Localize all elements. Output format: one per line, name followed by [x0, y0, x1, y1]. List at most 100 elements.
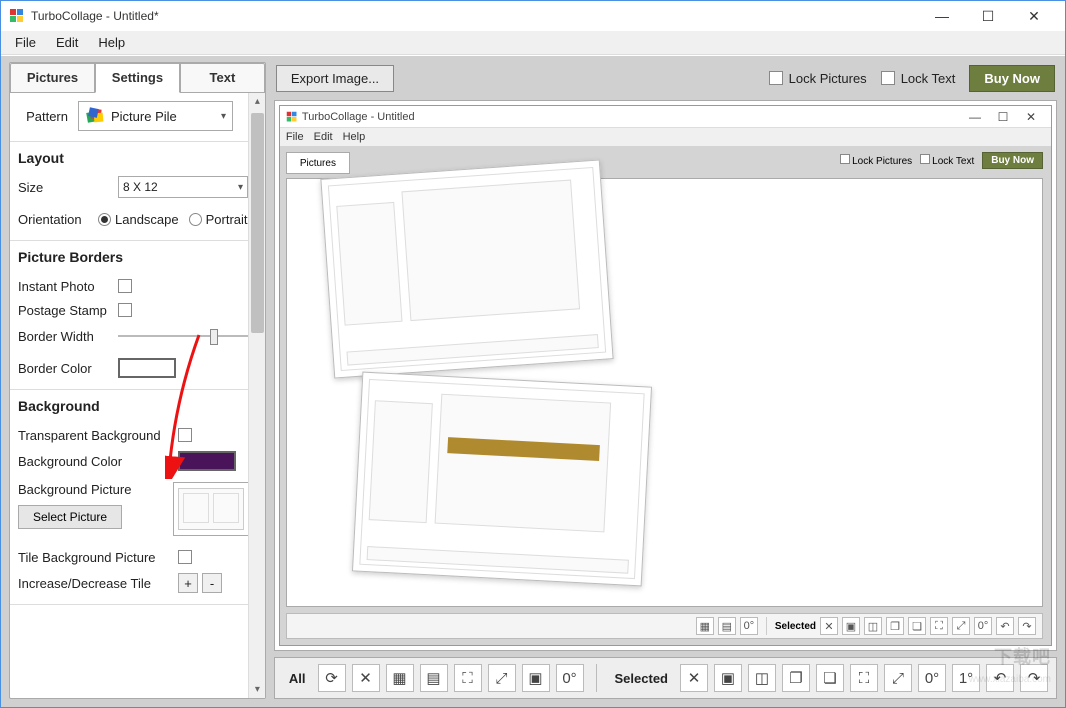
- expand-icon: ⛶: [930, 617, 948, 635]
- fill-button[interactable]: ⤢: [884, 664, 912, 692]
- back-icon: ❏: [908, 617, 926, 635]
- expand-all-button[interactable]: ⤢: [488, 664, 516, 692]
- bg-picture-label: Background Picture: [18, 482, 173, 497]
- delete-button[interactable]: ✕: [680, 664, 708, 692]
- lock-pictures-checkbox[interactable]: [769, 71, 783, 85]
- layout-icon: ▤: [718, 617, 736, 635]
- lock-pictures-toggle[interactable]: Lock Pictures: [769, 71, 867, 86]
- landscape-label: Landscape: [115, 212, 179, 227]
- preview-min-icon: —: [961, 110, 989, 124]
- rotate-0-button[interactable]: 0°: [556, 664, 584, 692]
- portrait-radio[interactable]: [189, 213, 202, 226]
- preview-lock-pic-label: Lock Pictures: [852, 156, 912, 167]
- preview-menubar: File Edit Help: [280, 128, 1051, 146]
- replace-image-button[interactable]: ▣: [714, 664, 742, 692]
- scroll-up-icon[interactable]: ▴: [249, 93, 265, 110]
- tile-bg-checkbox[interactable]: [178, 550, 192, 564]
- export-image-button[interactable]: Export Image...: [276, 65, 394, 92]
- pattern-label: Pattern: [18, 109, 78, 124]
- pattern-dropdown[interactable]: Picture Pile ▾: [78, 101, 233, 131]
- tile-bg-label: Tile Background Picture: [18, 550, 178, 565]
- watermark: 下载吧: [994, 643, 1051, 669]
- postage-stamp-checkbox[interactable]: [118, 303, 132, 317]
- select-picture-button[interactable]: Select Picture: [18, 505, 122, 529]
- dup-icon: ❐: [886, 617, 904, 635]
- buy-now-button[interactable]: Buy Now: [969, 65, 1055, 92]
- menu-file[interactable]: File: [5, 33, 46, 52]
- preview-pictures-tab: Pictures: [286, 152, 350, 174]
- orientation-label: Orientation: [18, 212, 98, 227]
- chevron-down-icon: ▾: [238, 182, 243, 193]
- background-title: Background: [18, 398, 249, 414]
- tab-text[interactable]: Text: [180, 63, 265, 93]
- border-width-label: Border Width: [18, 329, 118, 344]
- lock-text-checkbox[interactable]: [881, 71, 895, 85]
- sidebar-scrollbar[interactable]: ▴ ▾: [248, 93, 265, 698]
- border-color-swatch[interactable]: [118, 358, 176, 378]
- landscape-radio[interactable]: [98, 213, 111, 226]
- transparent-bg-label: Transparent Background: [18, 428, 178, 443]
- bring-front-button[interactable]: ❐: [782, 664, 810, 692]
- all-label: All: [289, 671, 306, 686]
- border-color-label: Border Color: [18, 361, 118, 376]
- transparent-bg-checkbox[interactable]: [178, 428, 192, 442]
- preview-close-icon: ✕: [1017, 110, 1045, 124]
- tab-pictures[interactable]: Pictures: [10, 63, 95, 93]
- close-button[interactable]: ✕: [1011, 1, 1057, 31]
- lock-text-label: Lock Text: [901, 71, 956, 86]
- title-bar: TurboCollage - Untitled* — ☐ ✕: [1, 1, 1065, 31]
- refresh-button[interactable]: ⟳: [318, 664, 346, 692]
- fit-all-button[interactable]: ⛶: [454, 664, 482, 692]
- bg-picture-thumbnail[interactable]: [173, 482, 249, 536]
- shuffle-button[interactable]: ✕: [352, 664, 380, 692]
- grid-2-button[interactable]: ▦: [386, 664, 414, 692]
- preview-toolbar: Lock Pictures Lock Text Buy Now: [840, 152, 1043, 169]
- tab-settings[interactable]: Settings: [95, 63, 180, 93]
- rotate-0-sel-button[interactable]: 0°: [918, 664, 946, 692]
- crop-button[interactable]: ◫: [748, 664, 776, 692]
- rotate-icon: 0°: [740, 617, 758, 635]
- preview-body: Pictures Lock Pictures Lock Text Buy Now: [280, 146, 1051, 645]
- delete-icon: ✕: [820, 617, 838, 635]
- grid-3-button[interactable]: ▤: [420, 664, 448, 692]
- tile-decrease-button[interactable]: -: [202, 573, 222, 593]
- tile-increase-button[interactable]: +: [178, 573, 198, 593]
- menu-help[interactable]: Help: [88, 33, 135, 52]
- border-width-slider[interactable]: [118, 327, 248, 345]
- settings-sidebar: Pictures Settings Text Pattern Picture P…: [9, 62, 266, 699]
- portrait-label: Portrait: [206, 212, 248, 227]
- preview-lock-pic-checkbox: [840, 154, 850, 164]
- main-area: Pictures Settings Text Pattern Picture P…: [1, 56, 1065, 707]
- fit-button[interactable]: ⛶: [850, 664, 878, 692]
- send-back-button[interactable]: ❏: [816, 664, 844, 692]
- grid-icon: ▦: [696, 617, 714, 635]
- instant-photo-checkbox[interactable]: [118, 279, 132, 293]
- preview-lock-text-label: Lock Text: [932, 156, 974, 167]
- layout-button[interactable]: ▣: [522, 664, 550, 692]
- minimize-button[interactable]: —: [919, 1, 965, 31]
- collage-canvas[interactable]: TurboCollage - Untitled — ☐ ✕ File Edit …: [274, 100, 1057, 651]
- layout-title: Layout: [18, 150, 249, 166]
- app-icon: [286, 111, 298, 123]
- scroll-down-icon[interactable]: ▾: [249, 681, 265, 698]
- scale-tile-label: Increase/Decrease Tile: [18, 576, 178, 591]
- bg-color-swatch[interactable]: [178, 451, 236, 471]
- size-select[interactable]: 8 X 12 ▾: [118, 176, 248, 198]
- sidebar-tabs: Pictures Settings Text: [10, 63, 265, 93]
- preview-titlebar: TurboCollage - Untitled — ☐ ✕: [280, 106, 1051, 128]
- size-value: 8 X 12: [123, 180, 158, 194]
- maximize-button[interactable]: ☐: [965, 1, 1011, 31]
- preview-lock-text-checkbox: [920, 154, 930, 164]
- preview-menu-file: File: [286, 131, 304, 143]
- scroll-thumb[interactable]: [251, 113, 264, 333]
- menu-edit[interactable]: Edit: [46, 33, 88, 52]
- pattern-value: Picture Pile: [111, 109, 177, 124]
- preview-bottom-toolbar: ▦ ▤ 0° Selected ✕ ▣ ◫ ❐ ❏ ⛶ ⤢ 0° ↶: [286, 613, 1043, 639]
- bottom-toolbar: All ⟳ ✕ ▦ ▤ ⛶ ⤢ ▣ 0° Selected ✕ ▣ ◫ ❐ ❏ …: [274, 657, 1057, 699]
- lock-text-toggle[interactable]: Lock Text: [881, 71, 956, 86]
- watermark-url: www.xiazaiba.com: [969, 674, 1051, 685]
- crop-icon: ◫: [864, 617, 882, 635]
- preview-title: TurboCollage - Untitled: [302, 111, 415, 123]
- preview-buy-button: Buy Now: [982, 152, 1043, 169]
- right-column: Export Image... Lock Pictures Lock Text …: [274, 62, 1057, 699]
